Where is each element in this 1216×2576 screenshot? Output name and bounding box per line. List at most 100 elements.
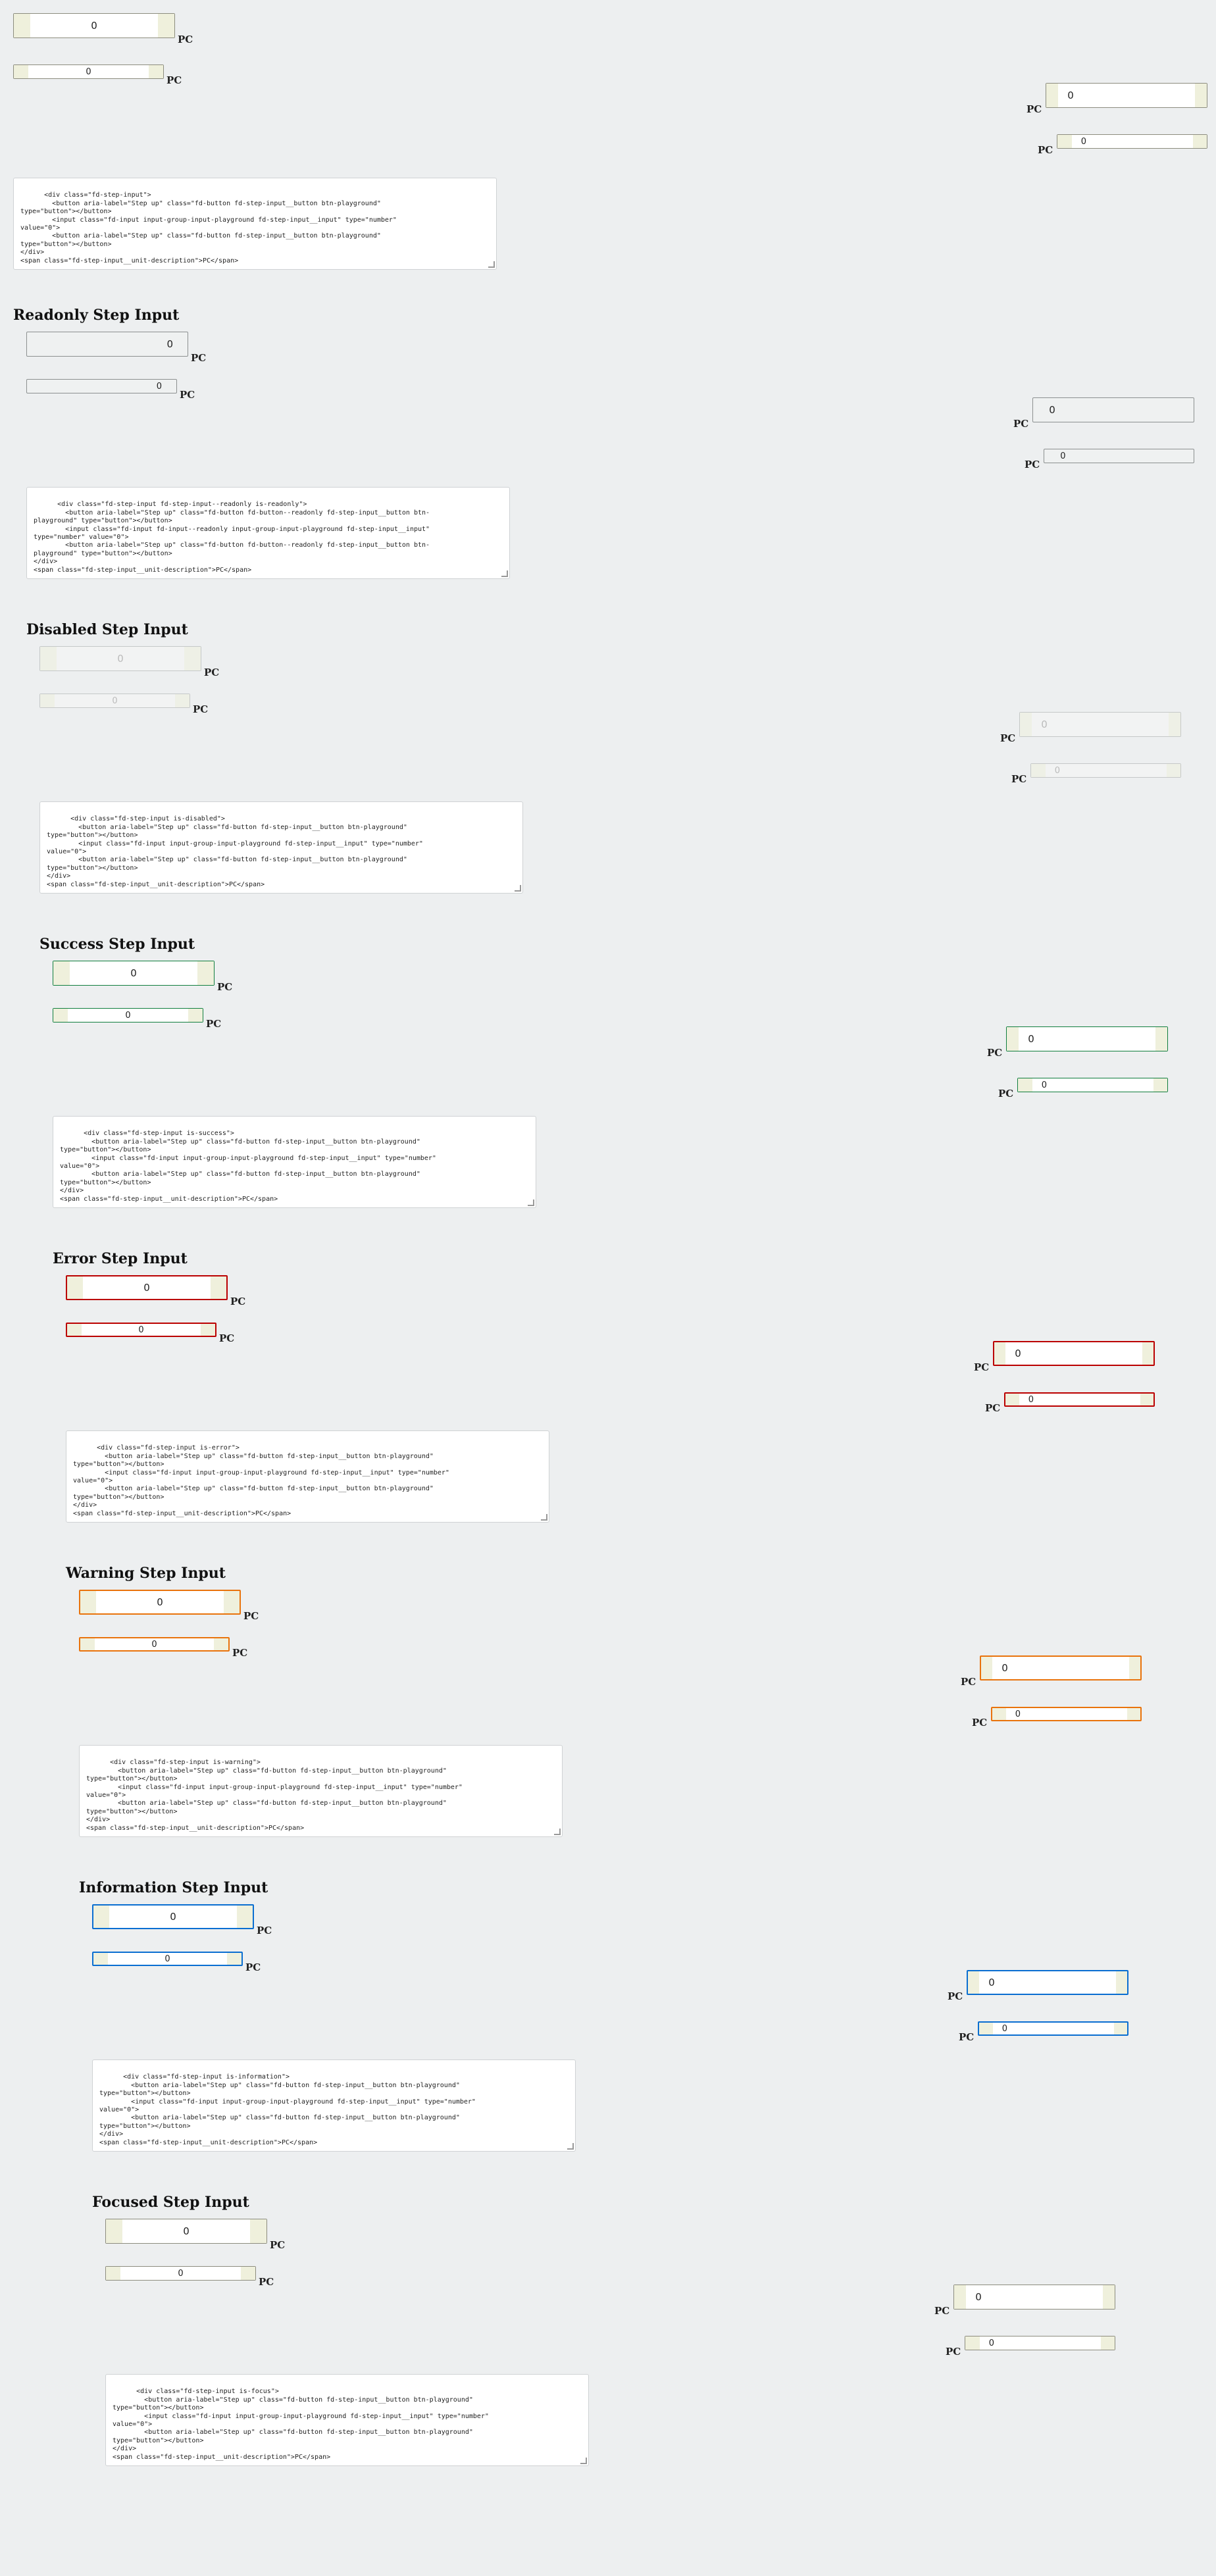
step-input-field[interactable]: [83, 1276, 211, 1299]
step-input-field[interactable]: [96, 1591, 224, 1613]
step-up-button[interactable]: [1169, 713, 1181, 736]
step-up-button[interactable]: [1140, 1394, 1154, 1405]
step-down-button[interactable]: [14, 14, 30, 38]
step-down-button[interactable]: [106, 2219, 122, 2243]
step-up-button[interactable]: [149, 65, 163, 78]
step-down-button[interactable]: [965, 2336, 980, 2350]
step-up-button[interactable]: [1166, 764, 1181, 777]
resize-handle-icon[interactable]: [501, 570, 508, 577]
code-snippet[interactable]: <div class="fd-step-input is-disabled"> …: [39, 801, 523, 894]
step-down-button[interactable]: [1192, 135, 1207, 148]
step-input-field[interactable]: [1045, 764, 1167, 777]
step-down-button[interactable]: [14, 65, 28, 78]
step-input-field[interactable]: [82, 1324, 201, 1336]
step-input-field[interactable]: [1040, 398, 1194, 422]
step-down-button[interactable]: [954, 2285, 967, 2309]
step-down-button[interactable]: [53, 961, 70, 985]
step-down-button[interactable]: [1007, 1027, 1019, 1051]
step-input-field[interactable]: [1058, 84, 1196, 107]
resize-handle-icon[interactable]: [580, 2458, 587, 2464]
step-up-button[interactable]: [1100, 2336, 1115, 2350]
step-input-field[interactable]: [979, 2336, 1101, 2350]
step-down-button[interactable]: [1005, 1394, 1019, 1405]
step-up-button[interactable]: [214, 1638, 228, 1650]
step-input-field[interactable]: [28, 65, 149, 78]
step-input-field[interactable]: [1071, 135, 1193, 148]
code-snippet[interactable]: <div class="fd-step-input is-information…: [92, 2059, 576, 2152]
step-input-field[interactable]: [1005, 1708, 1127, 1720]
step-up-button[interactable]: [1116, 1971, 1128, 1994]
step-down-button[interactable]: [992, 1708, 1006, 1720]
step-down-button[interactable]: [80, 1638, 95, 1650]
step-input-field[interactable]: [992, 1657, 1130, 1679]
step-up-button[interactable]: [211, 1276, 226, 1299]
step-input-field[interactable]: [979, 1971, 1117, 1994]
resize-handle-icon[interactable]: [488, 261, 495, 268]
step-up-button[interactable]: [237, 1906, 253, 1928]
code-snippet[interactable]: <div class="fd-step-input"> <button aria…: [13, 178, 497, 270]
step-down-button[interactable]: [968, 1971, 980, 1994]
step-input-field[interactable]: [95, 1638, 214, 1650]
step-up-button[interactable]: [158, 14, 174, 38]
code-snippet[interactable]: <div class="fd-step-input is-success"> <…: [53, 1116, 536, 1208]
step-down-button[interactable]: [40, 694, 55, 707]
step-up-button[interactable]: [1127, 1708, 1141, 1720]
step-input-field[interactable]: [108, 1953, 227, 1965]
step-down-button[interactable]: [106, 2267, 120, 2280]
step-down-button[interactable]: [981, 1657, 993, 1679]
step-up-button[interactable]: [175, 694, 190, 707]
step-down-button[interactable]: [40, 647, 57, 670]
step-down-button[interactable]: [80, 1591, 96, 1613]
step-up-button[interactable]: [1113, 2023, 1128, 2034]
step-input-field[interactable]: [68, 1009, 188, 1022]
code-snippet[interactable]: <div class="fd-step-input is-warning"> <…: [79, 1745, 563, 1837]
step-up-button[interactable]: [1103, 2285, 1115, 2309]
step-down-button[interactable]: [1018, 1078, 1032, 1092]
step-up-button[interactable]: [188, 1009, 203, 1022]
step-input-field[interactable]: [109, 1906, 237, 1928]
step-input-field[interactable]: [122, 2219, 250, 2243]
resize-handle-icon[interactable]: [528, 1200, 534, 1206]
resize-handle-icon[interactable]: [567, 2143, 574, 2150]
step-input-field[interactable]: [992, 2023, 1114, 2034]
step-input-field[interactable]: [1032, 1078, 1153, 1092]
step-up-button[interactable]: [1129, 1657, 1141, 1679]
resize-handle-icon[interactable]: [554, 1829, 561, 1835]
step-down-button[interactable]: [994, 1342, 1006, 1365]
step-input-field[interactable]: [1005, 1342, 1143, 1365]
resize-handle-icon[interactable]: [515, 885, 521, 892]
step-down-button[interactable]: [93, 1953, 108, 1965]
step-down-button[interactable]: [93, 1906, 109, 1928]
step-down-button[interactable]: [1020, 713, 1032, 736]
step-up-button[interactable]: [224, 1591, 240, 1613]
step-up-button[interactable]: [1057, 135, 1072, 148]
step-input-field[interactable]: [55, 694, 175, 707]
step-down-button[interactable]: [979, 2023, 993, 2034]
step-up-button[interactable]: [1153, 1078, 1168, 1092]
step-up-button[interactable]: [201, 1324, 215, 1336]
step-input-field[interactable]: [57, 647, 184, 670]
step-up-button[interactable]: [1046, 84, 1059, 107]
step-input-field[interactable]: [70, 961, 197, 985]
step-up-button[interactable]: [184, 647, 201, 670]
code-snippet[interactable]: <div class="fd-step-input fd-step-input-…: [26, 487, 510, 579]
step-up-button[interactable]: [197, 961, 214, 985]
code-snippet[interactable]: <div class="fd-step-input is-error"> <bu…: [66, 1430, 549, 1523]
step-up-button[interactable]: [227, 1953, 241, 1965]
step-down-button[interactable]: [53, 1009, 68, 1022]
step-up-button[interactable]: [1142, 1342, 1154, 1365]
step-input-field[interactable]: [34, 332, 188, 356]
step-input-field[interactable]: [1019, 1027, 1156, 1051]
step-up-button[interactable]: [1155, 1027, 1168, 1051]
step-down-button[interactable]: [1031, 764, 1046, 777]
step-input-field[interactable]: [966, 2285, 1103, 2309]
step-input-field[interactable]: [1051, 449, 1194, 463]
step-up-button[interactable]: [241, 2267, 255, 2280]
code-snippet[interactable]: <div class="fd-step-input is-focus"> <bu…: [105, 2374, 589, 2466]
step-down-button[interactable]: [67, 1324, 82, 1336]
step-input-field[interactable]: [1019, 1394, 1140, 1405]
step-up-button[interactable]: [250, 2219, 266, 2243]
step-input-field[interactable]: [34, 380, 176, 393]
step-input-field[interactable]: [120, 2267, 241, 2280]
step-input-field[interactable]: [30, 14, 158, 38]
